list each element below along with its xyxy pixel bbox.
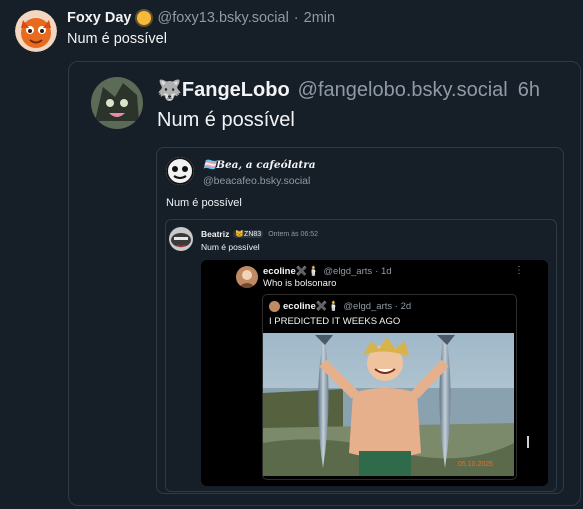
post-separator: · (293, 10, 299, 26)
quote5-header: ecoline✖️🕯️ @elgd_arts · 2d (269, 300, 411, 313)
quote5-text: I PREDICTED IT WEEKS AGO (269, 316, 401, 327)
ecoline-avatar-2[interactable] (269, 301, 280, 312)
sun-badge-icon (137, 11, 152, 25)
quote1-handle[interactable]: @fangelobo.bsky.social (298, 79, 508, 102)
quote3-badge: 😸ZN83 (233, 230, 264, 238)
fangelobo-avatar[interactable] (91, 77, 143, 129)
quote2-text: Num é possível (166, 197, 242, 209)
post-author-name[interactable]: Foxy Day (67, 10, 131, 26)
quote4-time: · 1d (375, 266, 392, 277)
fish-drawing-image[interactable] (263, 333, 514, 476)
post-time[interactable]: 2min (304, 10, 335, 26)
quote5-handle[interactable]: @elgd_arts · 2d (343, 301, 411, 312)
quote3-text: Num é possível (201, 242, 260, 252)
quote1-time[interactable]: 6h (518, 79, 540, 102)
quote2-handle[interactable]: @beacafeo.bsky.social (203, 175, 310, 187)
image-date-stamp: 05.10.2025 (458, 461, 494, 468)
quote3-time: Ontem às 06:52 (268, 230, 318, 238)
quote4-handle[interactable]: @elgd_arts (323, 266, 372, 277)
quote1-text: Num é possível (157, 109, 295, 131)
post-text: Num é possível (67, 31, 167, 47)
post-handle[interactable]: @foxy13.bsky.social (157, 10, 288, 26)
quote3-author-name[interactable]: Beatriz (201, 229, 229, 239)
wolf-icon: 🐺 (157, 79, 182, 102)
scroll-indicator[interactable] (527, 436, 529, 448)
quote1-header: 🐺 FangeLobo @fangelobo.bsky.social 6h (157, 78, 540, 102)
quote4-author-name[interactable]: ecoline✖️🕯️ (263, 266, 319, 277)
quote1-author-name[interactable]: FangeLobo (182, 79, 290, 102)
foxy-day-avatar[interactable] (15, 10, 57, 52)
quote4-header: ecoline✖️🕯️ @elgd_arts · 1d (263, 265, 392, 278)
quote5-author-name[interactable]: ecoline✖️🕯️ (283, 301, 339, 312)
quote3-header: Beatriz 😸ZN83 Ontem às 06:52 (201, 228, 318, 240)
quote4-text: Who is bolsonaro (263, 278, 337, 289)
beatriz-avatar[interactable] (169, 227, 193, 251)
quote2-author-name[interactable]: 🏳️‍⚧️Bea, a cafeólatra (203, 158, 316, 171)
post-header: Foxy Day @foxy13.bsky.social · 2min (67, 9, 335, 27)
bea-avatar[interactable] (166, 157, 194, 185)
more-options-icon[interactable]: ⋮ (514, 265, 524, 276)
ecoline-avatar-1[interactable] (236, 266, 258, 288)
